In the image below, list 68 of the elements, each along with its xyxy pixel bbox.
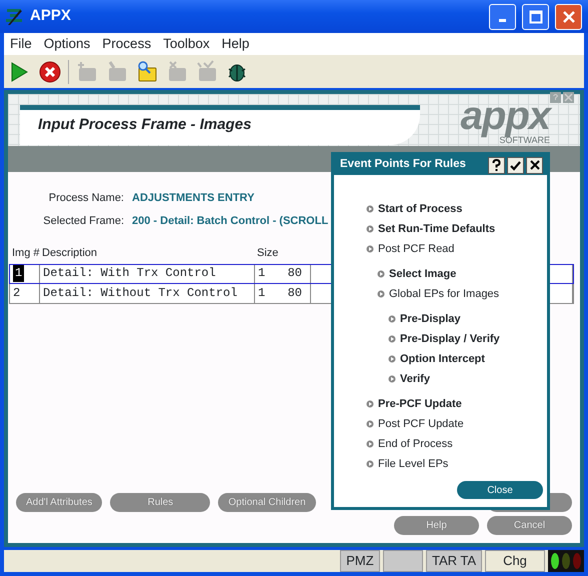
check-icon — [510, 160, 521, 170]
table-cell-text: 80 — [288, 265, 302, 282]
event-point-link[interactable]: Pre-Display — [400, 310, 461, 328]
event-point-link[interactable]: Verify — [400, 370, 430, 388]
menu-item[interactable]: File — [4, 34, 38, 54]
bullet-icon — [388, 355, 396, 363]
field-label: Process Name: — [48, 191, 124, 206]
status-cell: PMZ — [340, 550, 380, 572]
confirm-button[interactable] — [507, 156, 524, 174]
close-icon — [562, 10, 576, 24]
stop-icon[interactable] — [38, 60, 62, 84]
status-cell: TAR TA — [426, 550, 482, 572]
menu-item[interactable]: Options — [38, 34, 96, 54]
event-point-link[interactable]: End of Process — [378, 436, 453, 452]
event-point-link[interactable]: Start of Process — [378, 200, 462, 218]
app-icon — [4, 8, 24, 26]
event-point-link[interactable]: Global EPs for Images — [389, 286, 500, 302]
table-cell-text: 2 — [13, 285, 20, 302]
table-cell-text: Detail: With Trx Control — [43, 265, 216, 282]
event-point-link[interactable]: Set Run-Time Defaults — [378, 220, 496, 238]
bullet-icon — [366, 460, 374, 468]
bullet-icon — [377, 270, 385, 278]
dialog-title: Event Points For Rules — [340, 157, 467, 172]
logo-subtitle: SOFTWARE — [499, 135, 550, 145]
event-point-link[interactable]: Option Intercept — [400, 350, 485, 368]
table-cell-text: 80 — [288, 285, 302, 302]
field-value: ADJUSTMENTS ENTRY — [132, 191, 254, 206]
status-panel — [383, 550, 423, 572]
close-icon — [530, 160, 540, 170]
minimize-button[interactable] — [489, 4, 516, 30]
help-button[interactable] — [488, 156, 505, 174]
help-icon — [492, 159, 501, 171]
bullet-icon — [388, 375, 396, 383]
bullet-icon — [366, 420, 374, 428]
close-button[interactable]: Close — [457, 481, 543, 499]
bullet-icon — [366, 205, 374, 213]
bullet-icon — [377, 290, 385, 298]
event-point-link[interactable]: Post PCF Update — [378, 416, 464, 432]
event-point-link[interactable]: File Level EPs — [378, 456, 448, 472]
status-cell: Chg — [485, 550, 545, 572]
window-title: APPX — [30, 6, 71, 26]
bullet-icon — [366, 440, 374, 448]
bullet-icon — [366, 245, 374, 253]
maximize-icon — [528, 10, 542, 24]
table-cell-text: Detail: Without Trx Control — [43, 285, 238, 302]
bullet-icon — [388, 335, 396, 343]
event-point-link[interactable]: Post PCF Read — [378, 240, 454, 258]
table-cell-text: 1 — [258, 265, 266, 282]
status-lights-icon — [548, 550, 584, 572]
menu-item[interactable]: Toolbox — [157, 34, 216, 54]
menu-item[interactable]: Help — [216, 34, 256, 54]
menu-item[interactable]: Process — [96, 34, 158, 54]
table-cell-text: 1 — [258, 285, 266, 302]
event-point-link[interactable]: Pre-Display / Verify — [400, 330, 500, 348]
table-cell: 1 — [13, 264, 24, 282]
field-value: 200 - Detail: Batch Control - (SCROLL — [132, 214, 328, 228]
column-header: Size — [256, 246, 280, 261]
close-button[interactable] — [526, 156, 543, 174]
maximize-button[interactable] — [522, 4, 549, 30]
bullet-icon — [366, 225, 374, 233]
column-header: Description — [41, 246, 98, 261]
field-label: Selected Frame: — [42, 214, 124, 228]
bullet-icon — [366, 400, 374, 408]
minimize-icon — [499, 19, 506, 22]
event-point-link[interactable]: Pre-PCF Update — [378, 396, 462, 412]
event-point-link[interactable]: Select Image — [389, 266, 456, 282]
column-header: Img # — [11, 246, 39, 261]
bullet-icon — [388, 315, 396, 323]
